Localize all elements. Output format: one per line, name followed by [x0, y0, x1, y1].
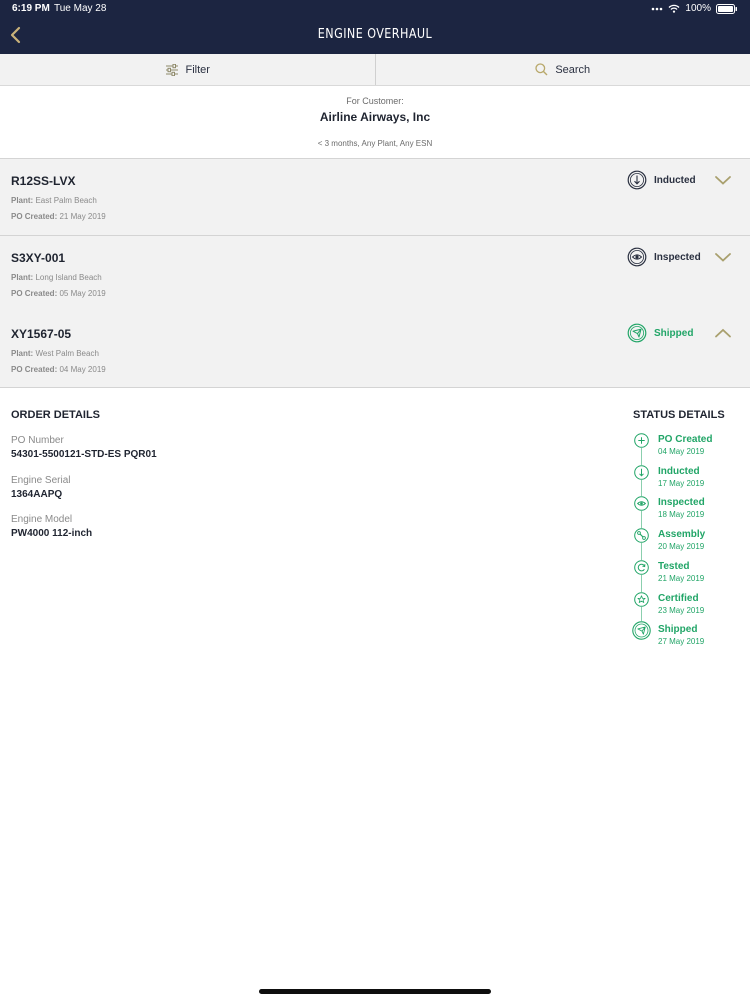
step-date: 23 May 2019 [658, 606, 705, 615]
timeline-step: Inducted 17 May 2019 [632, 464, 742, 494]
refresh-circle-icon [634, 560, 649, 575]
engine-model-value: PW4000 112-inch [11, 528, 93, 539]
status-date: Tue May 28 [54, 3, 107, 14]
order-status: Inducted [627, 170, 732, 190]
chevron-down-icon[interactable] [714, 174, 732, 186]
search-icon [535, 63, 548, 76]
step-date: 27 May 2019 [658, 637, 705, 646]
timeline-step: Shipped 27 May 2019 [632, 621, 742, 652]
order-po-created: PO Created: 04 May 2019 [11, 365, 106, 374]
step-date: 20 May 2019 [658, 542, 705, 551]
po-number-value: 54301-5500121-STD-ES PQR01 [11, 449, 157, 460]
timeline-step: Assembly 20 May 2019 [632, 527, 742, 557]
timeline-step: Certified 23 May 2019 [632, 591, 742, 621]
order-plant: Plant: Long Island Beach [11, 273, 102, 282]
status-timeline: PO Created 04 May 2019 Inducted 17 May 2… [632, 432, 742, 652]
filter-label: Filter [185, 63, 210, 76]
filter-button[interactable]: Filter [0, 54, 375, 85]
status-time: 6:19 PM [12, 3, 50, 14]
sliders-icon [165, 63, 178, 76]
status-label: Inspected [654, 251, 701, 263]
step-date: 04 May 2019 [658, 447, 705, 456]
step-date: 21 May 2019 [658, 574, 705, 583]
plane-circle-icon [632, 621, 651, 640]
engine-serial-value: 1364AAPQ [11, 489, 63, 500]
search-label: Search [555, 63, 591, 76]
battery-percent: 100% [685, 3, 711, 14]
timeline-step: Tested 21 May 2019 [632, 559, 742, 589]
customer-label: For Customer: [346, 96, 404, 106]
eye-circle-icon [634, 496, 649, 511]
order-row[interactable]: S3XY-001 Plant: Long Island Beach PO Cre… [0, 236, 750, 313]
status-label: Shipped [654, 327, 694, 339]
search-button[interactable]: Search [374, 54, 750, 85]
status-label: Inducted [654, 174, 696, 186]
order-id: S3XY-001 [11, 251, 66, 265]
order-po-created: PO Created: 05 May 2019 [11, 289, 106, 298]
order-row[interactable]: R12SS-LVX Plant: East Palm Beach PO Crea… [0, 159, 750, 236]
filter-summary[interactable]: < 3 months, Any Plant, Any ESN [0, 139, 750, 148]
order-plant: Plant: West Palm Beach [11, 349, 99, 358]
eye-circle-icon [627, 247, 647, 267]
status-indicators: 100% [651, 3, 738, 14]
engine-serial-label: Engine Serial [11, 475, 71, 486]
order-id: XY1567-05 [11, 327, 72, 341]
step-name: Tested [658, 561, 690, 572]
plus-circle-icon [634, 433, 649, 448]
arrow-down-circle-icon [627, 170, 647, 190]
step-name: PO Created [658, 434, 713, 445]
step-name: Certified [658, 593, 699, 604]
step-date: 18 May 2019 [658, 510, 705, 519]
home-indicator[interactable] [259, 989, 491, 994]
order-status: Inspected [627, 247, 732, 267]
toolbar: Filter Search [0, 54, 750, 86]
order-po-created: PO Created: 21 May 2019 [11, 212, 106, 221]
step-name: Shipped [658, 624, 698, 635]
wrench-circle-icon [634, 528, 649, 543]
order-id: R12SS-LVX [11, 174, 76, 188]
step-name: Inspected [658, 497, 705, 508]
po-number-label: PO Number [11, 435, 64, 446]
arrow-down-circle-icon [634, 465, 649, 480]
timeline-step: Inspected 18 May 2019 [632, 495, 742, 525]
timeline-step: PO Created 04 May 2019 [632, 432, 742, 462]
customer-name: Airline Airways, Inc [319, 110, 431, 124]
order-row[interactable]: XY1567-05 Plant: West Palm Beach PO Crea… [0, 312, 750, 388]
step-name: Assembly [658, 529, 706, 540]
engine-model-label: Engine Model [11, 514, 73, 525]
battery-icon [716, 3, 737, 14]
star-circle-icon [634, 592, 649, 607]
page-title: ENGINE OVERHAUL [317, 27, 433, 42]
back-chevron-icon[interactable] [6, 24, 26, 46]
top-bar: 6:19 PM Tue May 28 100% ENGINE OVERHAUL [0, 0, 750, 54]
chevron-down-icon[interactable] [714, 251, 732, 263]
plane-circle-icon [627, 323, 647, 343]
order-status: Shipped [627, 323, 732, 343]
customer-header: For Customer: Airline Airways, Inc < 3 m… [0, 86, 750, 159]
status-details-title: STATUS DETAILS [633, 409, 725, 421]
chevron-up-icon[interactable] [714, 327, 732, 339]
signal-dots-icon [652, 7, 663, 10]
order-plant: Plant: East Palm Beach [11, 196, 97, 205]
step-name: Inducted [658, 466, 700, 477]
wifi-icon [668, 4, 680, 13]
order-details-title: ORDER DETAILS [11, 409, 101, 421]
step-date: 17 May 2019 [658, 479, 705, 488]
